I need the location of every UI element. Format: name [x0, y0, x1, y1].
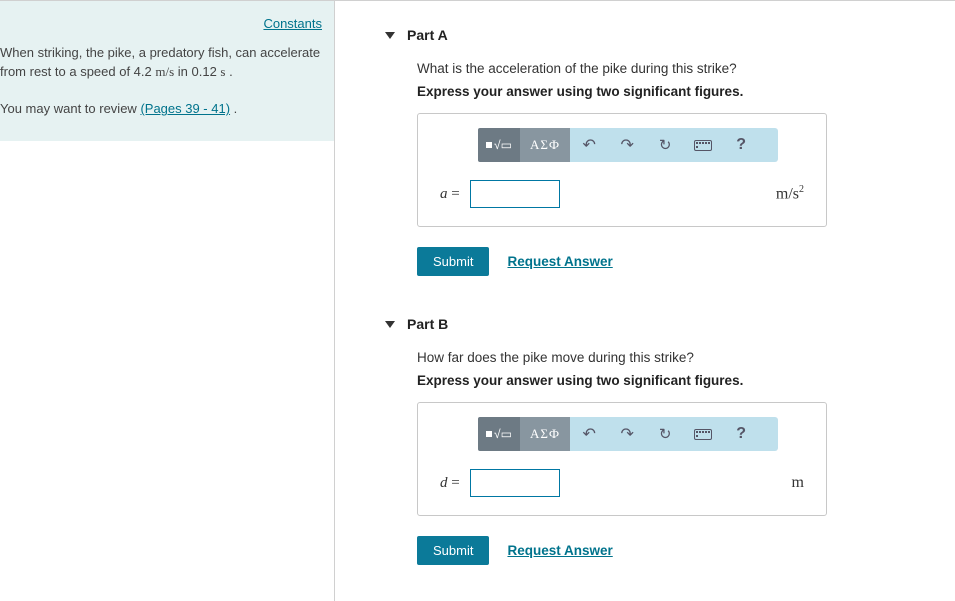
- part-a: Part A What is the acceleration of the p…: [385, 27, 915, 276]
- part-b-instruction: Express your answer using two significan…: [417, 373, 915, 388]
- part-b-answer-box: √▭ ΑΣФ ↶ ↷ ↻ ? d = m: [417, 402, 827, 516]
- part-b-toolbar: √▭ ΑΣФ ↶ ↷ ↻ ?: [478, 417, 778, 451]
- help-icon: ?: [736, 136, 746, 154]
- reset-button[interactable]: ↻: [646, 128, 684, 162]
- keyboard-icon: [694, 429, 712, 440]
- part-b-header[interactable]: Part B: [385, 316, 915, 332]
- redo-icon: ↷: [620, 135, 633, 155]
- reset-icon: ↻: [659, 425, 672, 443]
- greek-button[interactable]: ΑΣФ: [520, 417, 570, 451]
- caret-down-icon: [385, 321, 395, 328]
- part-a-units: m/s2: [776, 184, 804, 203]
- review-prefix: You may want to review: [0, 101, 140, 116]
- template-button[interactable]: √▭: [478, 417, 520, 451]
- undo-icon: ↶: [582, 135, 595, 155]
- part-b-variable: d =: [440, 475, 460, 492]
- help-icon: ?: [736, 425, 746, 443]
- part-a-actions: Submit Request Answer: [417, 247, 915, 276]
- caret-down-icon: [385, 32, 395, 39]
- problem-text-3: .: [225, 64, 232, 79]
- help-button[interactable]: ?: [722, 128, 760, 162]
- redo-icon: ↷: [620, 424, 633, 444]
- part-a-variable: a =: [440, 186, 460, 203]
- keyboard-button[interactable]: [684, 128, 722, 162]
- undo-icon: ↶: [582, 424, 595, 444]
- part-a-answer-box: √▭ ΑΣФ ↶ ↷ ↻ ? a = m/s2: [417, 113, 827, 227]
- part-b-units: m: [792, 474, 804, 492]
- part-b-title: Part B: [407, 316, 448, 332]
- review-suffix: .: [230, 101, 237, 116]
- part-b-submit-button[interactable]: Submit: [417, 536, 489, 565]
- problem-units-1: m/s: [155, 64, 174, 79]
- part-a-request-answer-link[interactable]: Request Answer: [507, 254, 612, 269]
- part-b: Part B How far does the pike move during…: [385, 316, 915, 565]
- keyboard-button[interactable]: [684, 417, 722, 451]
- part-a-answer-row: a = m/s2: [440, 180, 804, 208]
- reset-button[interactable]: ↻: [646, 417, 684, 451]
- part-b-answer-row: d = m: [440, 469, 804, 497]
- part-a-instruction: Express your answer using two significan…: [417, 84, 915, 99]
- part-b-actions: Submit Request Answer: [417, 536, 915, 565]
- part-a-header[interactable]: Part A: [385, 27, 915, 43]
- template-button[interactable]: √▭: [478, 128, 520, 162]
- fraction-root-icon: √▭: [486, 427, 512, 441]
- part-a-toolbar: √▭ ΑΣФ ↶ ↷ ↻ ?: [478, 128, 778, 162]
- part-b-request-answer-link[interactable]: Request Answer: [507, 543, 612, 558]
- constants-link[interactable]: Constants: [263, 16, 322, 31]
- undo-button[interactable]: ↶: [570, 128, 608, 162]
- part-b-input[interactable]: [470, 469, 560, 497]
- review-pages-link[interactable]: (Pages 39 - 41): [140, 101, 230, 116]
- review-text: You may want to review (Pages 39 - 41) .: [0, 100, 322, 119]
- fraction-root-icon: √▭: [486, 138, 512, 152]
- left-column: Constants When striking, the pike, a pre…: [0, 1, 335, 601]
- help-button[interactable]: ?: [722, 417, 760, 451]
- part-a-title: Part A: [407, 27, 448, 43]
- undo-button[interactable]: ↶: [570, 417, 608, 451]
- part-a-input[interactable]: [470, 180, 560, 208]
- part-a-submit-button[interactable]: Submit: [417, 247, 489, 276]
- part-a-question: What is the acceleration of the pike dur…: [417, 61, 915, 76]
- problem-text: When striking, the pike, a predatory fis…: [0, 44, 322, 82]
- greek-button[interactable]: ΑΣФ: [520, 128, 570, 162]
- keyboard-icon: [694, 140, 712, 151]
- problem-statement: Constants When striking, the pike, a pre…: [0, 1, 334, 141]
- redo-button[interactable]: ↷: [608, 417, 646, 451]
- reset-icon: ↻: [659, 136, 672, 154]
- right-column: Part A What is the acceleration of the p…: [335, 1, 955, 601]
- redo-button[interactable]: ↷: [608, 128, 646, 162]
- problem-text-2: in 0.12: [174, 64, 220, 79]
- part-b-question: How far does the pike move during this s…: [417, 350, 915, 365]
